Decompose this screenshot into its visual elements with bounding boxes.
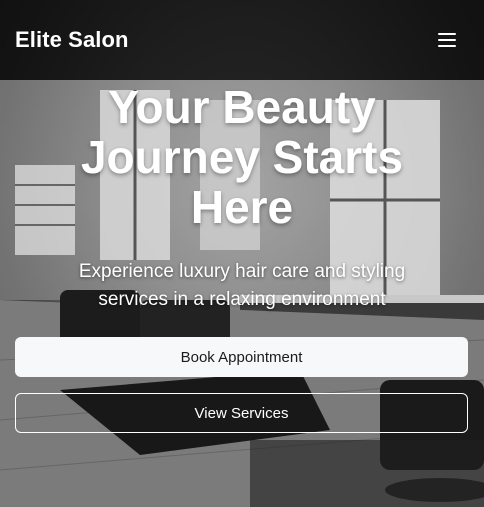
top-navbar: Elite Salon (0, 0, 484, 80)
hero-subtitle: Experience luxury hair care and styling … (78, 261, 406, 310)
menu-line (438, 45, 456, 47)
hamburger-menu-icon[interactable] (434, 27, 460, 53)
brand-logo[interactable]: Elite Salon (15, 27, 129, 53)
book-appointment-button[interactable]: Book Appointment (15, 337, 468, 377)
hero-section: Your Beauty Journey Starts Here Experien… (0, 80, 484, 314)
view-services-button[interactable]: View Services (15, 393, 468, 433)
menu-line (438, 39, 456, 41)
hero-title: Your Beauty Journey Starts Here (80, 81, 404, 233)
menu-line (438, 33, 456, 35)
